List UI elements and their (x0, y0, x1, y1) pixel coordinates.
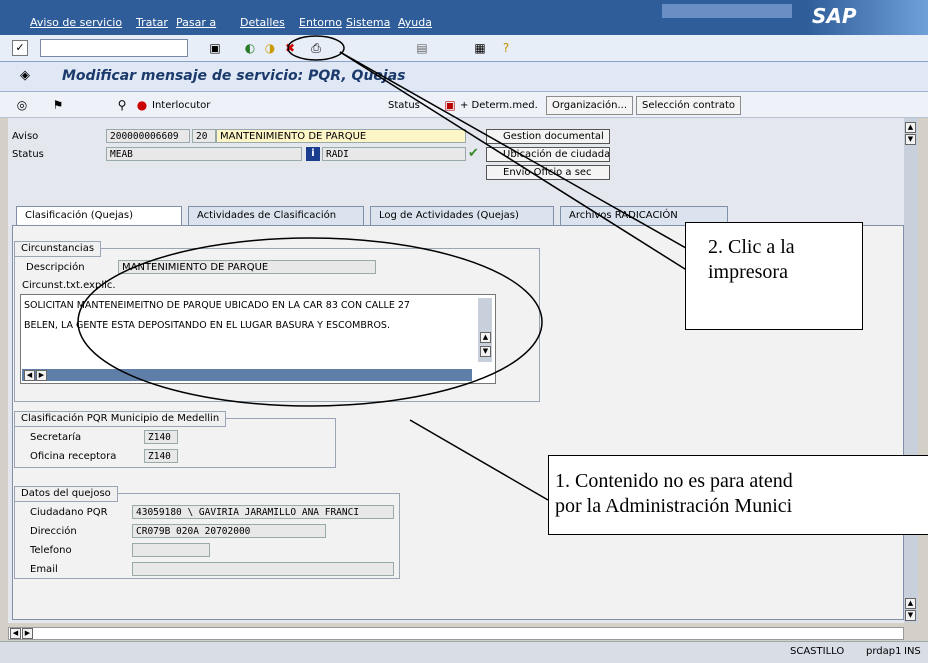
callout-print: 2. Clic a la impresora (685, 222, 863, 330)
callout-content-line2: por la Administración Munici (555, 495, 793, 517)
print-highlight-ellipse (287, 35, 345, 61)
callout-content-line1: 1. Contenido no es para atend (555, 470, 793, 492)
content-highlight-ellipse (77, 237, 543, 407)
print-callout-line-2 (339, 51, 713, 287)
callout-print-line2: impresora (708, 261, 788, 283)
callout-content: 1. Contenido no es para atend por la Adm… (548, 455, 928, 535)
content-callout-line (409, 419, 549, 501)
print-callout-line-1 (339, 51, 701, 257)
annotation-overlay (77, 35, 713, 501)
callout-print-line1: 2. Clic a la (708, 236, 795, 258)
